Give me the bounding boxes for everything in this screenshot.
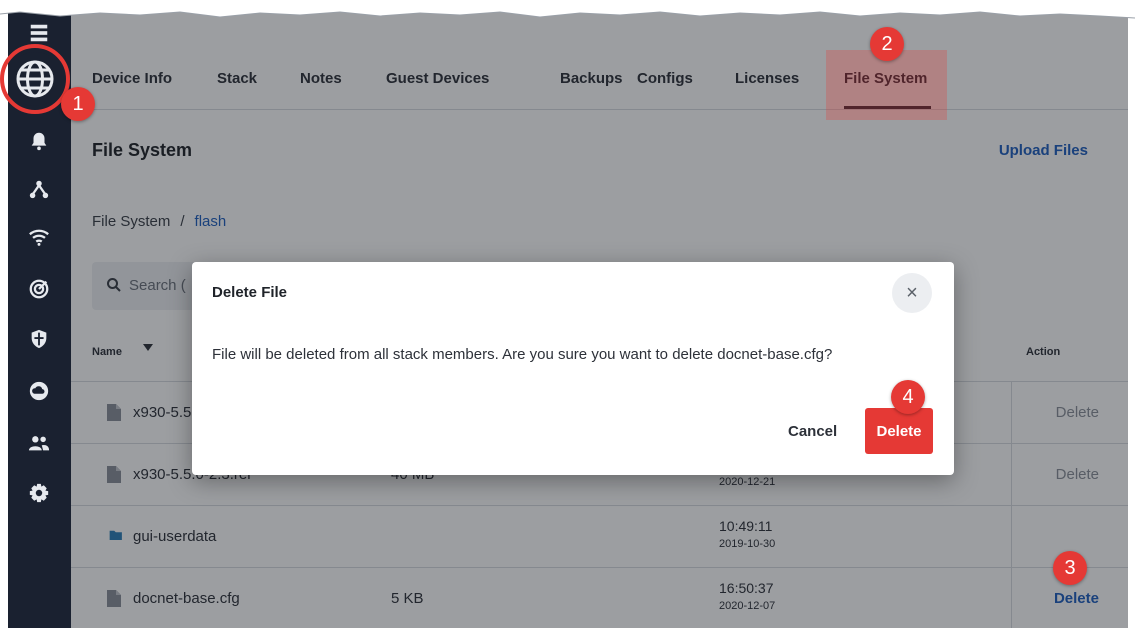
- callout-badge-3: 3: [1053, 551, 1087, 585]
- callout-badge-4: 4: [891, 380, 925, 414]
- close-icon[interactable]: ×: [892, 273, 932, 313]
- cloud-icon[interactable]: [26, 378, 52, 404]
- topology-icon[interactable]: [26, 176, 52, 202]
- confirm-delete-button[interactable]: Delete: [865, 408, 933, 454]
- shield-icon[interactable]: [26, 326, 52, 352]
- users-icon[interactable]: [26, 430, 52, 456]
- cancel-button[interactable]: Cancel: [788, 423, 837, 440]
- torn-edge: [0, 0, 1135, 19]
- callout-badge-2: 2: [870, 27, 904, 61]
- radar-icon[interactable]: [26, 276, 52, 302]
- delete-file-dialog: Delete File × File will be deleted from …: [192, 262, 954, 475]
- bell-icon[interactable]: [26, 128, 52, 154]
- globe-icon[interactable]: [8, 52, 62, 106]
- dialog-title: Delete File: [212, 284, 288, 301]
- screenshot-root: Device Info Stack Notes Guest Devices Ba…: [0, 0, 1135, 628]
- dialog-message: File will be deleted from all stack memb…: [212, 346, 833, 363]
- gear-icon[interactable]: [26, 480, 52, 506]
- wifi-icon[interactable]: [26, 224, 52, 250]
- page-edge: [1128, 0, 1135, 628]
- callout-badge-1: 1: [61, 87, 95, 121]
